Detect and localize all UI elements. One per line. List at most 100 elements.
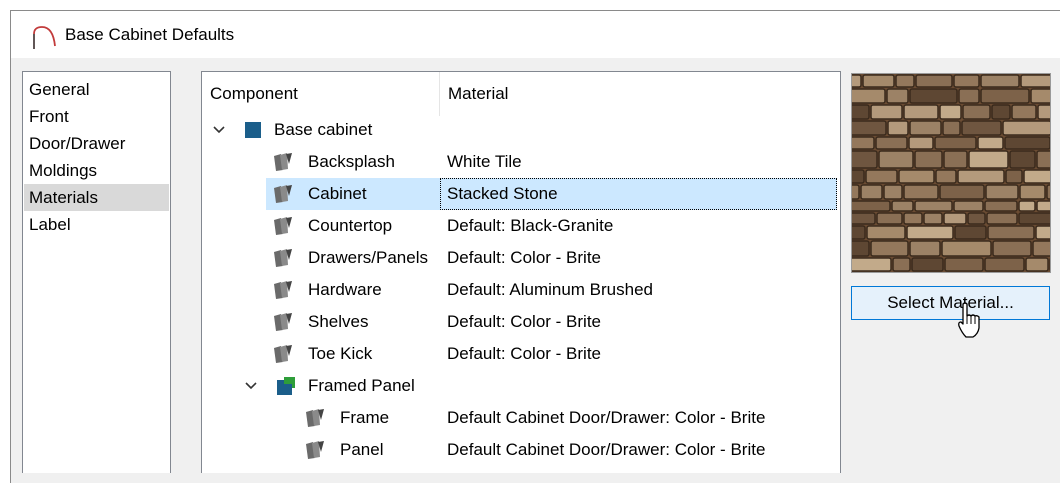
- material-cell[interactable]: Stacked Stone: [440, 178, 837, 210]
- stone-block: [892, 257, 911, 272]
- tree-row-base-cabinet[interactable]: Base cabinet: [202, 114, 838, 146]
- component-label: Hardware: [308, 280, 382, 299]
- stone-block: [953, 200, 984, 212]
- tree-row-panel[interactable]: Panel Default Cabinet Door/Drawer: Color…: [202, 434, 838, 466]
- material-swatch-icon: [306, 441, 324, 459]
- stone-block: [986, 212, 1018, 225]
- material-cell[interactable]: White Tile: [440, 146, 837, 178]
- stone-block: [852, 120, 887, 136]
- tree-row-drawers-panels[interactable]: Drawers/Panels Default: Color - Brite: [202, 242, 838, 274]
- material-swatch-icon: [274, 281, 292, 299]
- stone-block: [944, 257, 984, 272]
- component-label: Shelves: [308, 312, 369, 331]
- tree-row-toe-kick[interactable]: Toe Kick Default: Color - Brite: [202, 338, 838, 370]
- stone-block: [935, 169, 957, 184]
- component-label: Framed Panel: [308, 376, 415, 395]
- category-list[interactable]: General Front Door/Drawer Moldings Mater…: [22, 71, 171, 473]
- material-cell[interactable]: Default: Aluminum Brushed: [440, 274, 837, 306]
- stone-block: [906, 225, 954, 240]
- nav-item-moldings[interactable]: Moldings: [24, 157, 169, 184]
- component-label: Countertop: [308, 216, 393, 235]
- material-cell[interactable]: Default: Color - Brite: [440, 338, 837, 370]
- stone-block: [1018, 200, 1036, 212]
- title-bar: Base Cabinet Defaults: [11, 11, 1060, 58]
- window-title: Base Cabinet Defaults: [65, 25, 235, 44]
- stone-block: [1036, 200, 1050, 212]
- column-header-component[interactable]: Component: [202, 72, 439, 116]
- stone-block: [903, 212, 923, 225]
- tree-row-framed-panel[interactable]: Framed Panel: [202, 370, 838, 402]
- stone-block: [939, 184, 985, 200]
- stone-block: [903, 104, 939, 120]
- stone-block: [962, 104, 991, 120]
- stone-block: [1020, 74, 1050, 88]
- tree-row-backsplash[interactable]: Backsplash White Tile: [202, 146, 838, 178]
- material-cell[interactable]: Default Cabinet Door/Drawer: Color - Bri…: [440, 402, 837, 434]
- nav-item-door-drawer[interactable]: Door/Drawer: [24, 130, 169, 157]
- component-label: Frame: [340, 408, 390, 427]
- stone-block: [943, 150, 968, 169]
- material-swatch-icon: [306, 409, 324, 427]
- stone-block: [942, 120, 961, 136]
- stone-block: [875, 136, 908, 150]
- materials-tree-grid[interactable]: Component Material Base cabinet Backspla…: [201, 71, 841, 473]
- material-swatch-icon: [274, 153, 292, 171]
- tree-row-hardware[interactable]: Hardware Default: Aluminum Brushed: [202, 274, 838, 306]
- material-cell[interactable]: Default Cabinet Door/Drawer: Color - Bri…: [440, 434, 837, 466]
- tree-row-frame[interactable]: Frame Default Cabinet Door/Drawer: Color…: [202, 402, 838, 434]
- chevron-down-icon[interactable]: [244, 379, 258, 393]
- stone-block: [991, 104, 1011, 120]
- stone-block: [909, 120, 942, 136]
- stone-block: [961, 120, 1002, 136]
- stone-block: [852, 257, 892, 272]
- material-cell[interactable]: Default: Color - Brite: [440, 242, 837, 274]
- stone-block: [865, 169, 898, 184]
- nav-item-general[interactable]: General: [24, 76, 169, 103]
- material-cell[interactable]: Default: Color - Brite: [440, 306, 837, 338]
- cabinet-group-icon: [245, 122, 261, 138]
- stone-block: [852, 136, 875, 150]
- stone-block: [891, 200, 914, 212]
- stone-block: [980, 74, 1020, 88]
- stone-block: [967, 212, 986, 225]
- material-swatch-icon: [274, 185, 292, 203]
- column-header-material[interactable]: Material: [440, 72, 838, 116]
- stone-block: [852, 240, 870, 257]
- stone-block: [1005, 169, 1023, 184]
- stone-block: [878, 150, 914, 169]
- select-material-button[interactable]: Select Material...: [851, 286, 1050, 320]
- stone-block: [914, 200, 953, 212]
- stone-block: [852, 184, 860, 200]
- tree-row-countertop[interactable]: Countertop Default: Black-Granite: [202, 210, 838, 242]
- stone-block: [862, 74, 895, 88]
- stone-block: [852, 212, 876, 225]
- nav-item-label[interactable]: Label: [24, 211, 169, 238]
- stone-block: [1018, 212, 1050, 225]
- stone-block: [984, 200, 1018, 212]
- stone-block: [870, 104, 903, 120]
- stone-block: [1011, 104, 1037, 120]
- hand-pointer-cursor-icon: [958, 302, 980, 338]
- stone-block: [852, 225, 866, 240]
- stone-block: [895, 74, 915, 88]
- material-swatch-icon: [274, 249, 292, 267]
- tree-row-shelves[interactable]: Shelves Default: Color - Brite: [202, 306, 838, 338]
- material-cell[interactable]: Default: Black-Granite: [440, 210, 837, 242]
- nav-item-front[interactable]: Front: [24, 103, 169, 130]
- stone-block: [852, 200, 891, 212]
- stone-block: [1035, 225, 1050, 240]
- stone-texture-preview: [852, 74, 1050, 272]
- chevron-down-icon[interactable]: [212, 123, 226, 137]
- stone-block: [852, 88, 886, 104]
- stone-block: [1046, 184, 1050, 200]
- stone-block: [941, 240, 992, 257]
- stone-block: [887, 120, 909, 136]
- stone-block: [968, 150, 1009, 169]
- component-label: Base cabinet: [274, 120, 373, 139]
- stone-block: [898, 169, 935, 184]
- stone-block: [1023, 169, 1050, 184]
- nav-item-materials[interactable]: Materials: [24, 184, 169, 211]
- stone-block: [980, 88, 1030, 104]
- material-swatch-icon: [274, 217, 292, 235]
- tree-row-cabinet[interactable]: Cabinet Stacked Stone: [202, 178, 838, 210]
